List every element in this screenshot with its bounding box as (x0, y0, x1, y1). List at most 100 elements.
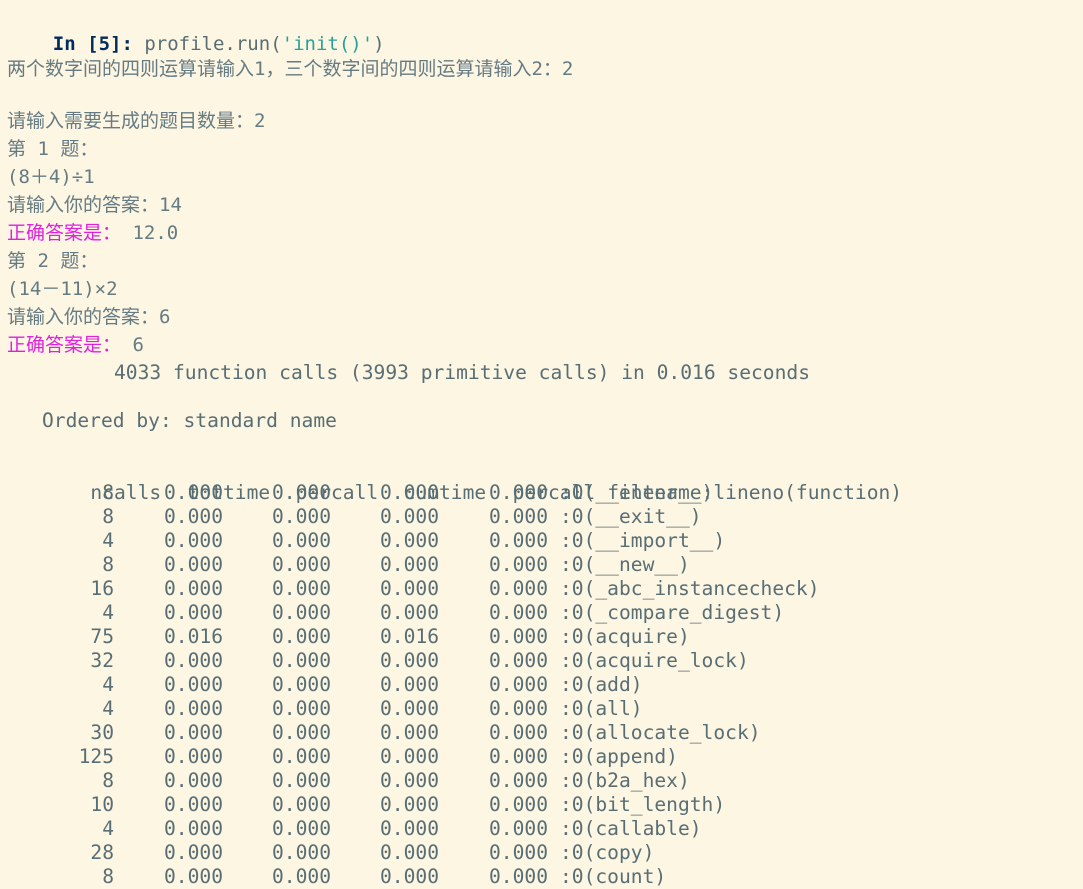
cell-ncalls: 32 (90, 649, 114, 672)
cell-function: :0(_compare_digest) (560, 601, 785, 624)
cell-percall: 0.000 (272, 817, 331, 840)
cell-function: :0(callable) (560, 817, 702, 840)
cell-percall: 0.000 (272, 745, 331, 768)
cell-ncalls: 8 (102, 865, 114, 888)
cell-tottime: 0.000 (164, 841, 223, 864)
cell-tottime: 0.000 (164, 865, 223, 888)
cell-percall-2: 0.000 (489, 601, 548, 624)
table-row: 4 0.000 0.000 0.000 0.000:0(all) (0, 697, 643, 721)
cell-ncalls: 4 (102, 601, 114, 624)
cell-tottime: 0.000 (164, 529, 223, 552)
cell-cumtime: 0.000 (380, 505, 439, 528)
cell-percall-2: 0.000 (489, 505, 548, 528)
cell-ncalls: 4 (102, 673, 114, 696)
cell-percall: 0.000 (272, 481, 331, 504)
cell-percall: 0.000 (272, 841, 331, 864)
cell-percall-2: 0.000 (489, 817, 548, 840)
profile-summary: 4033 function calls (3993 primitive call… (114, 361, 810, 384)
prompt-close: ]: (110, 33, 133, 55)
output-line-q2-answer: 请输入你的答案：6 (7, 306, 171, 328)
cell-tottime: 0.000 (164, 817, 223, 840)
cell-cumtime: 0.000 (380, 769, 439, 792)
cell-function: :0(append) (560, 745, 678, 768)
output-line-q1-correct: 正确答案是： 12.0 (7, 221, 178, 245)
table-row: 75 0.016 0.000 0.016 0.000:0(acquire) (0, 625, 689, 649)
cell-function: :0(add) (560, 673, 643, 696)
code-call: profile.run( (144, 33, 282, 55)
table-row: 32 0.000 0.000 0.000 0.000:0(acquire_lock) (0, 649, 749, 673)
cell-ncalls: 125 (78, 745, 114, 768)
cell-percall-2: 0.000 (489, 769, 548, 792)
cell-function: :0(__import__) (560, 529, 726, 552)
cell-function: :0(count) (560, 865, 667, 888)
table-row: 30 0.000 0.000 0.000 0.000:0(allocate_lock) (0, 721, 760, 745)
cell-percall: 0.000 (272, 865, 331, 888)
table-row: 16 0.000 0.000 0.000 0.000:0(_abc_instancech… (0, 577, 819, 601)
cell-ncalls: 4 (102, 817, 114, 840)
prompt-number: 5 (98, 33, 111, 55)
table-row: 8 0.000 0.000 0.000 0.000:0(count) (0, 865, 666, 889)
profile-ordered-by: Ordered by: standard name (42, 409, 337, 432)
code-close: ) (373, 33, 385, 55)
cell-tottime: 0.000 (164, 577, 223, 600)
cell-ncalls: 4 (102, 697, 114, 720)
cell-percall-2: 0.000 (489, 745, 548, 768)
table-row: 4 0.000 0.000 0.000 0.000 :0(callable) (0, 817, 702, 841)
prompt-open: [ (87, 33, 99, 55)
cell-percall: 0.000 (272, 697, 331, 720)
output-line-q1-answer: 请输入你的答案：14 (7, 194, 182, 216)
correct-label: 正确答案是： (7, 222, 122, 244)
cell-ncalls: 8 (102, 505, 114, 528)
cell-cumtime: 0.000 (380, 481, 439, 504)
cell-percall: 0.000 (272, 673, 331, 696)
cell-function: :0(__new__) (560, 553, 690, 576)
cell-percall-2: 0.000 (489, 721, 548, 744)
cell-function: :0(acquire_lock) (560, 649, 749, 672)
cell-cumtime: 0.000 (380, 673, 439, 696)
cell-function: :0(all) (560, 697, 643, 720)
cell-percall-2: 0.000 (489, 553, 548, 576)
cell-cumtime: 0.000 (380, 553, 439, 576)
prompt-label: In (52, 33, 76, 55)
cell-tottime: 0.000 (164, 721, 223, 744)
cell-ncalls: 8 (102, 769, 114, 792)
cell-tottime: 0.016 (164, 625, 223, 648)
input-prompt: In [5]: (53, 33, 133, 55)
cell-percall: 0.000 (272, 601, 331, 624)
cell-tottime: 0.000 (164, 649, 223, 672)
cell-cumtime: 0.000 (380, 649, 439, 672)
cell-percall-2: 0.000 (489, 649, 548, 672)
cell-percall: 0.000 (272, 529, 331, 552)
cell-cumtime: 0.000 (380, 745, 439, 768)
cell-cumtime: 0.000 (380, 577, 439, 600)
notebook-cell: In [5]: profile.run('init()') 两个数字间的四则运算… (0, 0, 1083, 889)
table-row: 8 0.000 0.000 0.000 0.000:0(__enter__) (0, 481, 713, 505)
cell-percall-2: 0.000 (489, 841, 548, 864)
cell-function: :0(__enter__) (560, 481, 714, 504)
cell-tottime: 0.000 (164, 601, 223, 624)
output-line-q1-title: 第 1 题： (7, 138, 99, 160)
cell-input[interactable]: In [5]: profile.run('init()') (7, 8, 385, 55)
cell-function: :0(__exit__) (560, 505, 702, 528)
table-row: 4 0.000 0.000 0.000 0.000:0(_compare_digest) (0, 601, 784, 625)
table-row: 125 0.000 0.000 0.000 0.000:0(append) (0, 745, 678, 769)
table-row: 4 0.000 0.000 0.000 0.000:0(__import__) (0, 529, 725, 553)
output-line-count: 请输入需要生成的题目数量：2 (7, 110, 266, 132)
cell-ncalls: 75 (90, 625, 114, 648)
cell-ncalls: 10 (90, 793, 114, 816)
cell-tottime: 0.000 (164, 505, 223, 528)
cell-percall: 0.000 (272, 625, 331, 648)
cell-cumtime: 0.000 (380, 793, 439, 816)
cell-percall: 0.000 (272, 769, 331, 792)
output-line-mode: 两个数字间的四则运算请输入1，三个数字间的四则运算请输入2：2 (7, 58, 574, 80)
output-line-q2-expr: (14－11)×2 (7, 278, 118, 300)
cell-ncalls: 28 (90, 841, 114, 864)
cell-cumtime: 0.000 (380, 817, 439, 840)
cell-percall: 0.000 (272, 505, 331, 528)
table-row: 8 0.000 0.000 0.000 0.000 :0(__exit__) (0, 505, 702, 529)
cell-percall: 0.000 (272, 793, 331, 816)
profile-table-header: ncalls tottime percall cumtime percall filena… (0, 457, 902, 504)
output-line-q2-correct: 正确答案是： 6 (7, 333, 144, 357)
cell-percall-2: 0.000 (489, 577, 548, 600)
cell-cumtime: 0.000 (380, 721, 439, 744)
